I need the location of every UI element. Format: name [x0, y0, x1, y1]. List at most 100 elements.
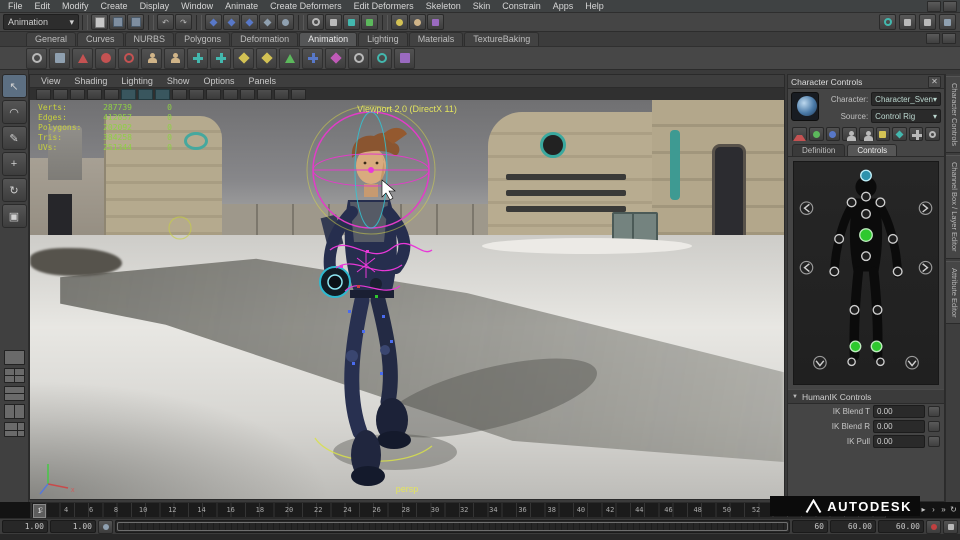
step-forward-frame-button[interactable]: ›: [929, 503, 938, 516]
character-set-icon[interactable]: [98, 519, 113, 534]
hik-selection-icon[interactable]: [875, 127, 891, 141]
panel-menu-lighting[interactable]: Lighting: [114, 75, 160, 87]
open-scene-icon[interactable]: [109, 14, 126, 30]
hik-body-part-icon[interactable]: [858, 127, 874, 141]
shelf-edit-icon[interactable]: [942, 33, 956, 44]
bookmark-icon[interactable]: [87, 88, 102, 100]
multisample-icon[interactable]: [223, 88, 238, 100]
motion-blur-icon[interactable]: [206, 88, 221, 100]
scale-tool-button[interactable]: ▣: [1, 204, 27, 228]
shelf-icon-hik[interactable]: [371, 47, 392, 69]
menu-animate[interactable]: Animate: [219, 0, 264, 13]
grid-toggle-icon[interactable]: [291, 88, 306, 100]
scene-end-field[interactable]: 60.00: [878, 520, 924, 533]
menu-constrain[interactable]: Constrain: [496, 0, 547, 13]
play-forward-button[interactable]: ▸: [919, 503, 928, 516]
ik-blend-r-slider[interactable]: [928, 421, 940, 432]
menu-skeleton[interactable]: Skeleton: [420, 0, 467, 13]
shelf-icon-expression[interactable]: [325, 47, 346, 69]
paint-select-tool-button[interactable]: ✎: [1, 126, 27, 150]
select-component-icon[interactable]: [361, 14, 378, 30]
shelf-icon-joint-tool[interactable]: [233, 47, 254, 69]
isolate-select-icon[interactable]: [240, 88, 255, 100]
select-hierarchy-icon[interactable]: [325, 14, 342, 30]
menu-create[interactable]: Create: [95, 0, 134, 13]
source-dropdown[interactable]: Control Rig ▾: [871, 109, 941, 123]
shelf-icon-motion-trail[interactable]: [95, 47, 116, 69]
tab-controls[interactable]: Controls: [847, 144, 898, 156]
shelf-tab-materials[interactable]: Materials: [408, 32, 464, 46]
go-to-end-button[interactable]: »: [939, 503, 948, 516]
menu-create-deformers[interactable]: Create Deformers: [264, 0, 348, 13]
ik-blend-r-field[interactable]: 0.00: [873, 420, 925, 433]
rotate-tool-button[interactable]: ↻: [1, 178, 27, 202]
lighting-icon[interactable]: [155, 88, 170, 100]
shelf-icon-anim-layer[interactable]: [394, 47, 415, 69]
ik-pull-slider[interactable]: [928, 436, 940, 447]
shelf-icon-playblast[interactable]: [72, 47, 93, 69]
screen-space-ao-icon[interactable]: [189, 88, 204, 100]
hik-full-body-icon[interactable]: [842, 127, 857, 141]
snap-curve-icon[interactable]: [223, 14, 240, 30]
shelf-tab-texturebaking[interactable]: TextureBaking: [464, 32, 540, 46]
hik-mirror-icon[interactable]: [825, 127, 841, 141]
xray-icon[interactable]: [257, 88, 272, 100]
snap-grid-icon[interactable]: [205, 14, 222, 30]
menu-window[interactable]: Window: [175, 0, 219, 13]
tab-channel-box-layer-editor[interactable]: Channel Box / Layer Editor: [946, 154, 960, 259]
shelf-menu-icon[interactable]: [926, 33, 940, 44]
layout-four-pane-button[interactable]: [3, 368, 25, 383]
hik-pin-translate-icon[interactable]: [908, 127, 924, 141]
shelf-icon-constraint[interactable]: [256, 47, 277, 69]
shelf-icon-character-rig[interactable]: [164, 47, 185, 69]
auto-keyframe-toggle[interactable]: [926, 519, 941, 534]
shelf-tab-lighting[interactable]: Lighting: [358, 32, 408, 46]
select-object-icon[interactable]: [343, 14, 360, 30]
textured-icon[interactable]: [138, 88, 153, 100]
shelf-tab-curves[interactable]: Curves: [77, 32, 124, 46]
humanik-controls-section[interactable]: ▼ HumanIK Controls: [788, 389, 944, 404]
playback-start-field[interactable]: 1.00: [50, 520, 96, 533]
layout-single-pane-button[interactable]: [3, 350, 25, 365]
hik-start-pose-icon[interactable]: [792, 127, 807, 141]
modeling-toolkit-icon[interactable]: [879, 14, 896, 30]
shelf-icon-ik-handle[interactable]: [187, 47, 208, 69]
menu-display[interactable]: Display: [134, 0, 176, 13]
layout-two-pane-v-button[interactable]: [3, 404, 25, 419]
shelf-icon-set-key[interactable]: [26, 47, 47, 69]
ik-pull-field[interactable]: 0.00: [873, 435, 925, 448]
render-settings-icon[interactable]: [427, 14, 444, 30]
viewport-scene[interactable]: x Verts: 287739 0 Edges: 412857 0 Polygons: 2…: [30, 100, 784, 499]
shelf-tab-polygons[interactable]: Polygons: [175, 32, 231, 46]
lasso-tool-button[interactable]: ◠: [1, 100, 27, 124]
panel-menu-view[interactable]: View: [34, 75, 67, 87]
shelf-icon-character-set[interactable]: [141, 47, 162, 69]
workspace-icon[interactable]: [927, 0, 941, 12]
attribute-editor-toggle-icon[interactable]: [899, 14, 916, 30]
close-icon[interactable]: ✕: [928, 75, 941, 88]
range-slider[interactable]: [115, 520, 790, 533]
shelf-tab-general[interactable]: General: [26, 32, 77, 46]
shelf-tab-animation[interactable]: Animation: [299, 32, 358, 46]
wireframe-on-shaded-icon[interactable]: [274, 88, 289, 100]
hik-pin-rotate-icon[interactable]: [925, 127, 940, 141]
loop-toggle-button[interactable]: ↻: [949, 503, 958, 516]
layout-two-pane-h-button[interactable]: [3, 386, 25, 401]
menu-apps[interactable]: Apps: [547, 0, 580, 13]
time-slider[interactable]: 1 2 4 6 8 10 12 14 16 18 20 22 24 26 28 30 32 34 36 38 40 42…: [30, 502, 886, 518]
shelf-icon-set-breakdown[interactable]: [49, 47, 70, 69]
hik-character-map[interactable]: [793, 161, 939, 385]
ipr-render-icon[interactable]: [409, 14, 426, 30]
layout-toggle-icon[interactable]: [943, 0, 957, 12]
shelf-icon-set-driven-key[interactable]: [279, 47, 300, 69]
menu-modify[interactable]: Modify: [56, 0, 95, 13]
render-icon[interactable]: [391, 14, 408, 30]
snap-center-icon[interactable]: [277, 14, 294, 30]
shelf-icon-locator[interactable]: [302, 47, 323, 69]
menu-skin[interactable]: Skin: [467, 0, 497, 13]
shelf-tab-nurbs[interactable]: NURBS: [124, 32, 175, 46]
tab-definition[interactable]: Definition: [792, 144, 846, 156]
panel-menu-panels[interactable]: Panels: [241, 75, 283, 87]
move-tool-button[interactable]: +: [1, 152, 27, 176]
channel-box-toggle-icon[interactable]: [939, 14, 956, 30]
